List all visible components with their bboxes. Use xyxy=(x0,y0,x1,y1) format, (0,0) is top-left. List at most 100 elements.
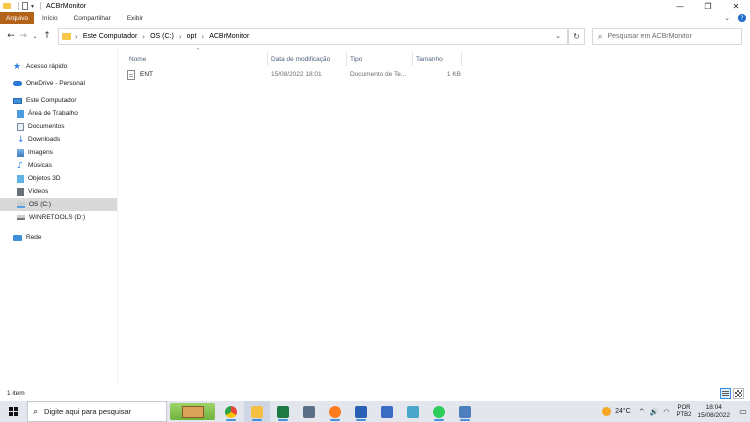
taskbar-app-calculator[interactable] xyxy=(296,401,322,422)
breadcrumb-opt[interactable]: opt xyxy=(187,33,197,40)
keyboard-layout: PTB2 xyxy=(676,411,692,418)
divider[interactable] xyxy=(346,52,347,66)
usb-drive-icon xyxy=(17,215,25,220)
app-icon xyxy=(381,405,393,418)
clock[interactable]: 18:04 15/08/2022 xyxy=(697,404,730,420)
quick-access-toolbar: ▾ xyxy=(0,0,44,12)
sidebar-item-label: WINRETOOLS (D:) xyxy=(29,214,86,221)
chevron-down-icon[interactable]: ▾ xyxy=(31,3,34,10)
large-icons-view-button[interactable] xyxy=(733,388,744,399)
minimize-button[interactable]: — xyxy=(666,0,694,12)
network-icon xyxy=(13,234,22,241)
breadcrumb-os-c[interactable]: OS (C:) xyxy=(150,33,174,40)
word-icon xyxy=(355,405,367,418)
sidebar-item-area-de-trabalho[interactable]: Área de Trabalho xyxy=(0,107,117,120)
language-indicator[interactable]: POR PTB2 xyxy=(676,405,691,419)
taskbar-app-file-explorer[interactable] xyxy=(244,401,270,422)
column-header-size[interactable]: Tamanho xyxy=(416,53,443,65)
search-icon: ⌕ xyxy=(598,31,603,41)
taskbar-app-chrome[interactable] xyxy=(218,401,244,422)
breadcrumb-acbrmonitor[interactable]: ACBrMonitor xyxy=(209,33,249,40)
taskbar-app-whatsapp[interactable] xyxy=(426,401,452,422)
firefox-icon xyxy=(329,405,341,418)
app-icon xyxy=(407,405,419,418)
download-icon: ↓ xyxy=(17,134,25,145)
help-icon[interactable]: ? xyxy=(738,14,746,22)
cube-icon xyxy=(17,174,24,183)
tab-inicio[interactable]: Início xyxy=(34,12,66,24)
search-box[interactable]: ⌕ xyxy=(592,28,742,45)
column-header-modified[interactable]: Data de modificação xyxy=(271,53,330,65)
file-type: Documento de Te... xyxy=(350,71,407,78)
maximize-button[interactable]: ❐ xyxy=(694,0,722,12)
recent-locations-button[interactable]: ⌄ xyxy=(29,27,41,45)
monitor-app-icon xyxy=(459,405,471,418)
sidebar-item-documentos[interactable]: Documentos xyxy=(0,120,117,133)
sidebar-item-winretools[interactable]: WINRETOOLS (D:) xyxy=(0,211,117,224)
item-count: 1 item xyxy=(7,390,25,397)
notification-icon[interactable]: ▭ xyxy=(736,401,750,422)
sidebar-item-imagens[interactable]: Imagens xyxy=(0,146,117,159)
sun-icon xyxy=(602,407,612,416)
start-button[interactable] xyxy=(0,401,26,422)
taskbar-apps xyxy=(218,401,478,422)
taskbar-app-monitor[interactable] xyxy=(452,401,478,422)
tab-arquivo[interactable]: Arquivo xyxy=(0,12,35,24)
search-input[interactable] xyxy=(607,33,738,40)
clock-time: 18:04 xyxy=(705,403,722,411)
sidebar-item-downloads[interactable]: ↓ Downloads xyxy=(0,133,117,146)
back-button[interactable]: ← xyxy=(5,27,17,45)
breadcrumb-separator[interactable]: › xyxy=(179,33,182,41)
address-bar[interactable]: › Este Computador › OS (C:) › opt › ACBr… xyxy=(58,28,568,45)
divider[interactable] xyxy=(412,52,413,66)
tab-compartilhar[interactable]: Compartilhar xyxy=(66,12,119,24)
calculator-icon xyxy=(303,405,315,418)
file-modified: 15/08/2022 18:01 xyxy=(271,71,322,78)
sidebar-item-musicas[interactable]: ♪ Músicas xyxy=(0,159,117,172)
column-header-name[interactable]: Nome xyxy=(129,53,146,65)
taskbar-search-input[interactable] xyxy=(44,407,155,416)
weather-widget[interactable]: 24°C xyxy=(602,407,631,416)
up-button[interactable]: ↑ xyxy=(41,27,53,45)
sidebar-item-onedrive[interactable]: OneDrive - Personal xyxy=(0,77,117,90)
text-file-icon xyxy=(127,69,135,80)
address-dropdown-icon[interactable]: ⌄ xyxy=(555,32,561,40)
forward-button[interactable]: → xyxy=(17,27,29,45)
sidebar-item-videos[interactable]: Vídeos xyxy=(0,185,117,198)
sidebar-item-os-c[interactable]: OS (C:) xyxy=(0,198,117,211)
computer-icon xyxy=(13,97,22,104)
show-hidden-icons-icon[interactable]: ^ xyxy=(639,408,645,416)
details-view-button[interactable] xyxy=(720,388,731,399)
column-header-type[interactable]: Tipo xyxy=(350,53,362,65)
title-bar: ▾ ACBrMonitor — ❐ ✕ xyxy=(0,0,750,12)
taskbar-app-cyan[interactable] xyxy=(400,401,426,422)
taskbar-app-excel[interactable] xyxy=(270,401,296,422)
volume-icon[interactable]: 🔊 xyxy=(650,408,659,416)
wifi-icon[interactable]: ◠ xyxy=(663,408,669,416)
language-code: POR xyxy=(677,404,691,411)
taskbar-app-word[interactable] xyxy=(348,401,374,422)
taskbar-app-firefox[interactable] xyxy=(322,401,348,422)
file-name-cell: ENT xyxy=(127,68,267,81)
sidebar-item-acesso-rapido[interactable]: ★ Acesso rápido xyxy=(0,60,117,73)
expand-ribbon-icon[interactable]: ⌄ xyxy=(724,14,730,22)
refresh-button[interactable]: ↻ xyxy=(568,28,585,45)
sidebar-item-rede[interactable]: Rede xyxy=(0,231,117,244)
breadcrumb-separator[interactable]: › xyxy=(142,33,145,41)
breadcrumb-separator[interactable]: › xyxy=(201,33,204,41)
taskbar-app-blue[interactable] xyxy=(374,401,400,422)
divider[interactable] xyxy=(461,52,462,66)
tab-exibir[interactable]: Exibir xyxy=(119,12,151,24)
properties-icon[interactable] xyxy=(22,2,28,10)
sidebar-item-objetos-3d[interactable]: Objetos 3D xyxy=(0,172,117,185)
breadcrumb-este-computador[interactable]: Este Computador xyxy=(83,33,137,40)
divider[interactable] xyxy=(267,52,268,66)
sidebar-item-este-computador[interactable]: Este Computador xyxy=(0,94,117,107)
windows-logo-icon xyxy=(8,407,18,416)
table-row[interactable]: ENT 15/08/2022 18:01 Documento de Te... … xyxy=(125,68,465,81)
close-button[interactable]: ✕ xyxy=(722,0,750,12)
sidebar-item-label: Objetos 3D xyxy=(28,175,61,182)
search-highlight-image[interactable] xyxy=(170,403,215,420)
navigation-bar: ← → ⌄ ↑ › Este Computador › OS (C:) › op… xyxy=(0,25,750,47)
taskbar-search-box[interactable]: ⌕ xyxy=(27,401,167,422)
